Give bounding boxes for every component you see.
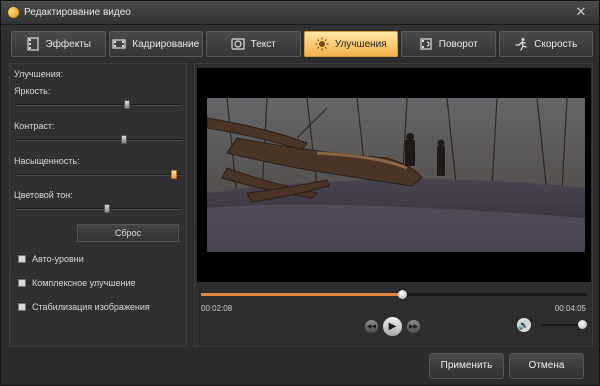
auto-levels-checkbox[interactable]: [18, 255, 26, 263]
seek-bar[interactable]: [201, 290, 587, 299]
reset-button[interactable]: Сброс: [77, 224, 179, 242]
tab-speed[interactable]: Скорость: [498, 31, 593, 57]
seek-thumb[interactable]: [397, 290, 407, 299]
rotate-film-icon: [419, 37, 433, 51]
next-icon: ▶▶: [408, 324, 419, 330]
video-frame: [207, 98, 585, 252]
section-title: Улучшения:: [14, 69, 64, 79]
film-effects-icon: [26, 37, 40, 51]
stabilization-checkbox-row[interactable]: Стабилизация изображения: [18, 302, 150, 312]
tab-rotate[interactable]: Поворот: [401, 31, 496, 57]
complex-enhance-checkbox[interactable]: [18, 279, 26, 287]
preview-panel: 00:02:08 00:04:05 ◀◀ ▶ ▶▶ 🔊: [194, 63, 593, 347]
tab-crop[interactable]: Кадрирование: [108, 31, 203, 57]
cancel-button[interactable]: Отмена: [509, 353, 584, 379]
play-icon: ▶: [388, 321, 397, 332]
tab-label: Поворот: [438, 38, 478, 50]
enhance-settings-panel: Улучшения: Яркость: Контраст: Насыщеннос…: [9, 63, 187, 347]
tab-label: Эффекты: [45, 38, 91, 50]
contrast-slider-thumb[interactable]: [120, 135, 127, 144]
auto-levels-checkbox-row[interactable]: Авто-уровни: [18, 254, 84, 264]
volume-icon[interactable]: 🔊: [517, 318, 531, 332]
close-button[interactable]: ✕: [573, 4, 589, 20]
tab-label: Кадрирование: [132, 38, 200, 50]
checkbox-label: Комплексное улучшение: [32, 278, 136, 288]
video-edit-window: Редактирование видео ✕ Эффекты Кадрирова…: [0, 0, 600, 386]
tab-enhance[interactable]: Улучшения: [303, 31, 398, 57]
stabilization-checkbox[interactable]: [18, 303, 26, 311]
app-logo-icon: [8, 7, 19, 18]
saturation-slider-thumb[interactable]: [170, 170, 177, 179]
tab-effects[interactable]: Эффекты: [11, 31, 106, 57]
hue-slider[interactable]: [16, 204, 182, 213]
saturation-label: Насыщенность:: [14, 156, 80, 166]
saturation-slider[interactable]: [16, 170, 182, 179]
hue-slider-thumb[interactable]: [104, 204, 111, 213]
crop-film-icon: [112, 37, 126, 51]
volume-slider[interactable]: [541, 320, 588, 329]
current-time: 00:02:08: [201, 304, 233, 313]
tab-label: Текст: [250, 38, 276, 50]
tab-text[interactable]: Текст: [206, 31, 301, 57]
brightness-label: Яркость:: [14, 86, 51, 96]
complex-enhance-checkbox-row[interactable]: Комплексное улучшение: [18, 278, 136, 288]
hue-label: Цветовой тон:: [14, 190, 73, 200]
contrast-label: Контраст:: [14, 121, 55, 131]
tab-bar: Эффекты Кадрирование Текст Улучшения Пов…: [11, 31, 593, 57]
previous-icon: ◀◀: [366, 324, 377, 330]
volume-thumb[interactable]: [578, 320, 588, 329]
tab-label: Скорость: [534, 38, 578, 50]
titlebar: Редактирование видео ✕: [1, 1, 599, 25]
previous-button[interactable]: ◀◀: [364, 319, 379, 334]
window-title: Редактирование видео: [24, 7, 131, 18]
video-preview: [197, 68, 591, 282]
brightness-slider-thumb[interactable]: [124, 100, 131, 109]
text-frame-icon: [231, 37, 245, 51]
video-frame-image: [207, 98, 585, 252]
running-man-icon: [514, 37, 528, 51]
brightness-slider[interactable]: [16, 100, 182, 109]
enhance-sun-icon: [315, 37, 329, 51]
checkbox-label: Стабилизация изображения: [32, 302, 150, 312]
total-time: 00:04:05: [554, 304, 586, 313]
tab-label: Улучшения: [334, 38, 387, 50]
seek-progress-fill: [201, 293, 402, 296]
apply-button[interactable]: Применить: [429, 353, 504, 379]
next-button[interactable]: ▶▶: [406, 319, 421, 334]
play-button[interactable]: ▶: [382, 316, 403, 337]
checkbox-label: Авто-уровни: [32, 254, 84, 264]
contrast-slider[interactable]: [16, 135, 182, 144]
